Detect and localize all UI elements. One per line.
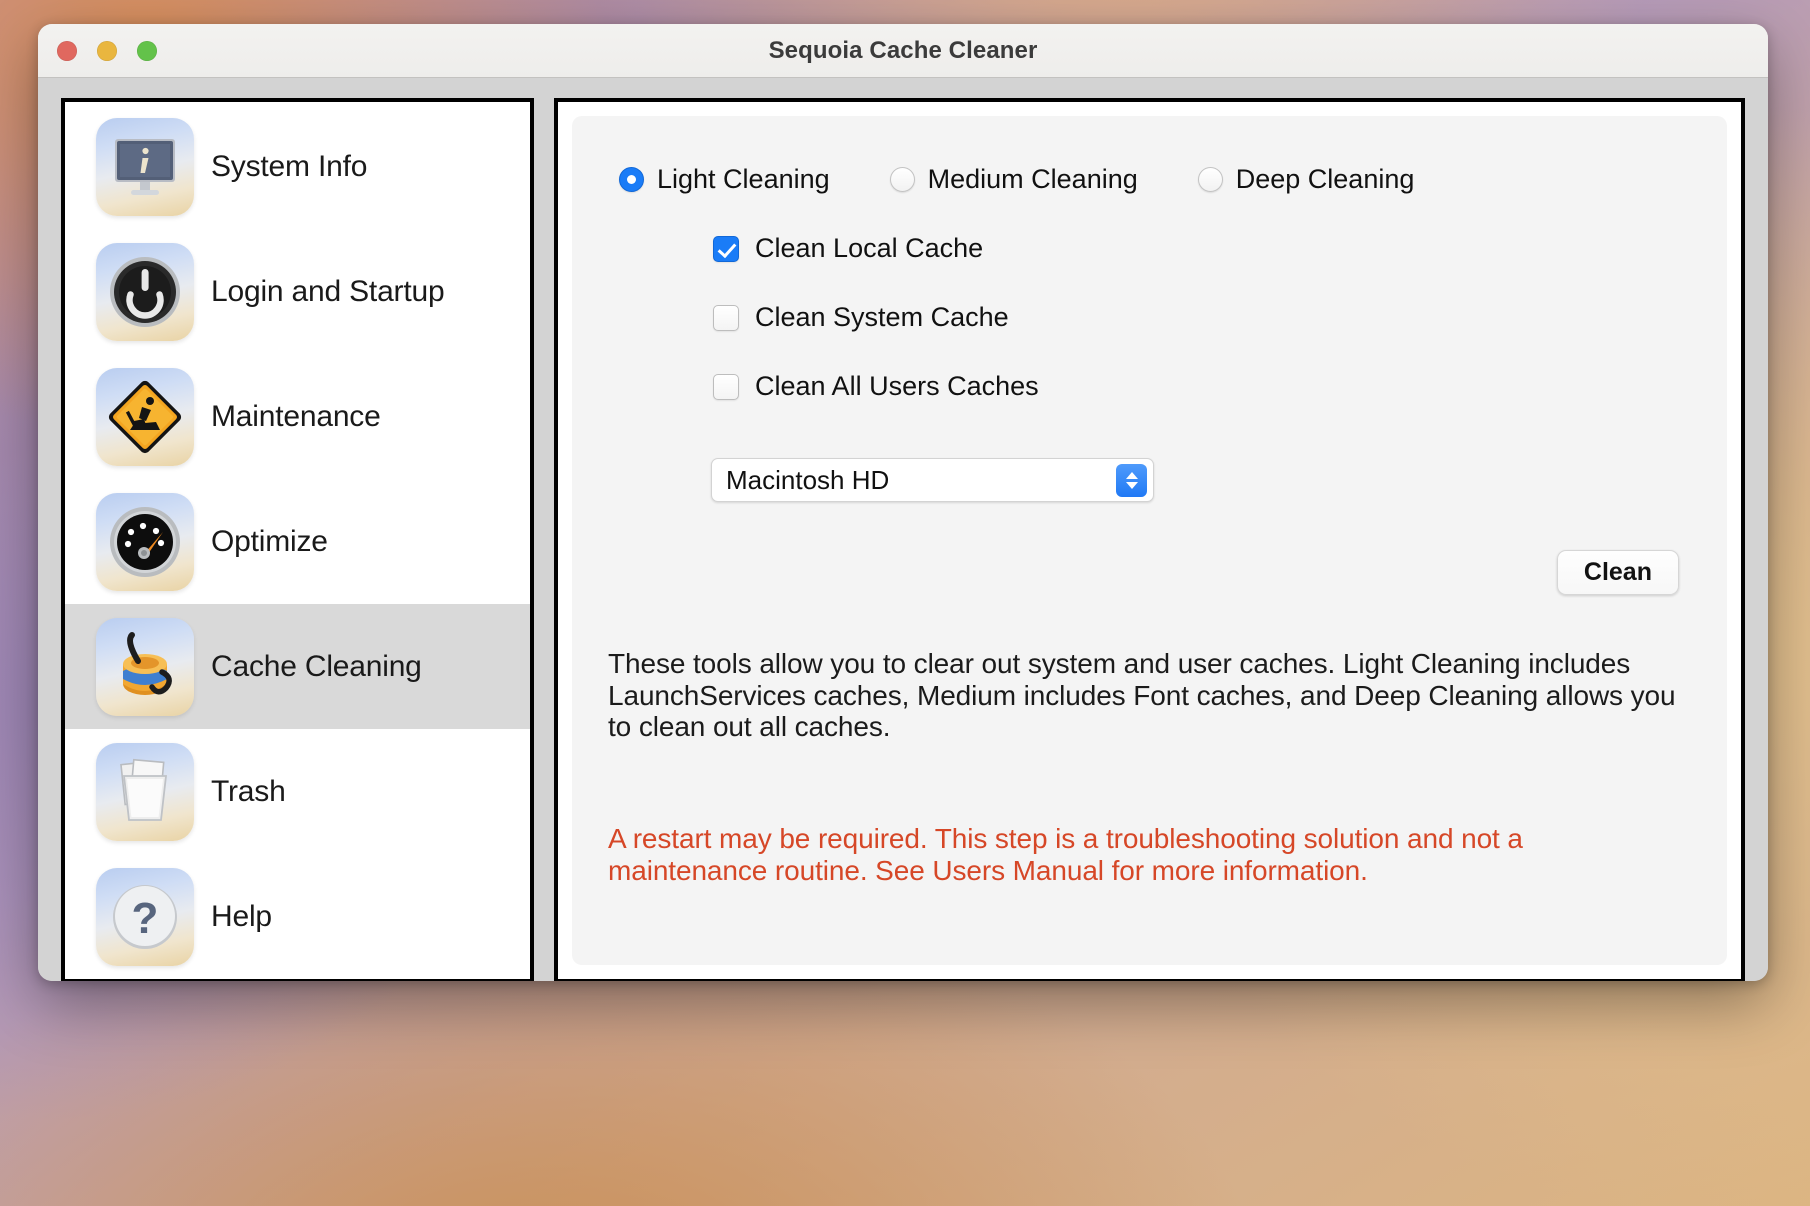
sidebar-item-label: Login and Startup — [211, 274, 445, 308]
window-title: Sequoia Cache Cleaner — [768, 36, 1038, 64]
description-text: These tools allow you to clear out syste… — [608, 648, 1676, 743]
cache-options-list: Clean Local Cache Clean System Cache Cle… — [713, 233, 1691, 440]
cleaning-level-radio-group: Light Cleaning Medium Cleaning Deep Clea… — [619, 164, 1691, 195]
question-mark-icon: ? — [96, 867, 194, 966]
sidebar-item-optimize[interactable]: Optimize — [65, 479, 530, 604]
main-panel: Light Cleaning Medium Cleaning Deep Clea… — [554, 98, 1745, 981]
checkbox-clean-all-users-caches[interactable]: Clean All Users Caches — [713, 371, 1691, 402]
chevron-up-down-icon[interactable] — [1116, 463, 1147, 497]
minimize-button-icon[interactable] — [97, 40, 117, 61]
sidebar-item-label: System Info — [211, 149, 368, 183]
checkbox-label: Clean System Cache — [755, 302, 1009, 332]
window-titlebar: Sequoia Cache Cleaner — [38, 24, 1768, 78]
maximize-button-icon[interactable] — [137, 40, 157, 61]
monitor-info-icon — [96, 117, 194, 216]
checkbox-indicator[interactable] — [713, 304, 739, 331]
volume-popup-button[interactable]: Macintosh HD — [711, 458, 1154, 502]
radio-label: Light Cleaning — [657, 164, 830, 194]
sidebar-item-label: Trash — [211, 774, 286, 808]
volume-popup-wrapper: Macintosh HD — [711, 458, 1691, 502]
sidebar-item-label: Optimize — [211, 524, 328, 558]
speedometer-icon — [96, 492, 194, 591]
construction-sign-icon — [96, 367, 194, 466]
radio-label: Medium Cleaning — [927, 164, 1138, 194]
traffic-light-group — [57, 40, 157, 61]
radio-indicator[interactable] — [1197, 167, 1223, 192]
sidebar-item-trash[interactable]: Trash — [65, 729, 530, 854]
sidebar-item-cache-cleaning[interactable]: Cache Cleaning — [65, 604, 530, 729]
sidebar-item-system-info[interactable]: System Info — [65, 104, 530, 229]
checkbox-label: Clean All Users Caches — [755, 371, 1039, 401]
app-window: Sequoia Cache Cleaner System Info Login … — [38, 24, 1768, 981]
sidebar-item-login-and-startup[interactable]: Login and Startup — [65, 229, 530, 354]
radio-label: Deep Cleaning — [1235, 164, 1415, 194]
close-button-icon[interactable] — [57, 40, 77, 61]
trash-papers-icon — [96, 742, 194, 841]
radio-deep-cleaning[interactable]: Deep Cleaning — [1197, 164, 1415, 195]
sidebar-item-label: Cache Cleaning — [211, 649, 422, 683]
checkbox-clean-system-cache[interactable]: Clean System Cache — [713, 302, 1691, 333]
sidebar: System Info Login and Startup Maintenanc… — [61, 98, 534, 981]
checkbox-indicator[interactable] — [713, 235, 739, 262]
warning-text: A restart may be required. This step is … — [608, 822, 1523, 886]
volume-popup-value: Macintosh HD — [726, 464, 890, 495]
window-body: System Info Login and Startup Maintenanc… — [38, 78, 1768, 981]
checkbox-clean-local-cache[interactable]: Clean Local Cache — [713, 233, 1691, 264]
vacuum-cleaner-icon — [96, 617, 194, 716]
svg-text:?: ? — [132, 894, 159, 943]
sidebar-item-maintenance[interactable]: Maintenance — [65, 354, 530, 479]
sidebar-item-help[interactable]: ? Help — [65, 854, 530, 979]
action-button-row: Clean — [608, 550, 1691, 595]
sidebar-item-label: Help — [211, 899, 272, 933]
radio-light-cleaning[interactable]: Light Cleaning — [619, 164, 830, 195]
checkbox-indicator[interactable] — [713, 373, 739, 400]
checkbox-label: Clean Local Cache — [755, 233, 984, 263]
clean-button[interactable]: Clean — [1556, 550, 1679, 595]
sidebar-item-label: Maintenance — [211, 399, 381, 433]
cache-cleaning-card: Light Cleaning Medium Cleaning Deep Clea… — [572, 116, 1727, 965]
power-button-icon — [96, 242, 194, 341]
radio-indicator[interactable] — [889, 167, 915, 192]
radio-medium-cleaning[interactable]: Medium Cleaning — [889, 164, 1138, 195]
radio-indicator[interactable] — [619, 167, 644, 192]
